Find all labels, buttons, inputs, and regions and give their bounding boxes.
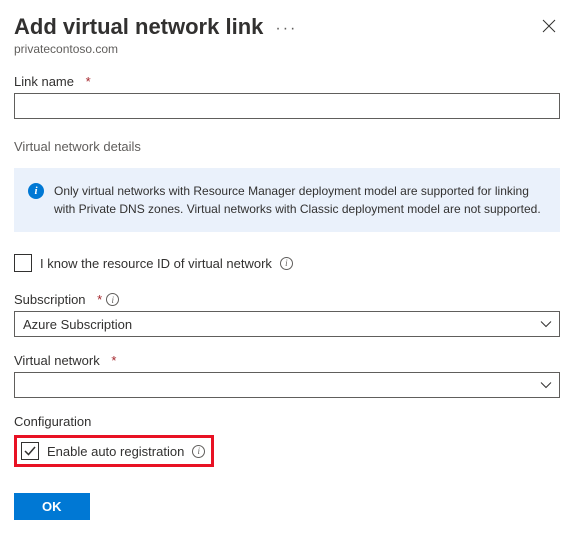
- know-resource-id-label: I know the resource ID of virtual networ…: [40, 256, 272, 271]
- help-icon[interactable]: i: [192, 445, 205, 458]
- link-name-label: Link name *: [14, 74, 560, 89]
- page-subtitle: privatecontoso.com: [14, 42, 297, 56]
- configuration-section-title: Configuration: [14, 414, 560, 429]
- check-icon: [24, 445, 36, 457]
- auto-registration-highlight: Enable auto registration i: [14, 435, 214, 467]
- vnet-field: Virtual network *: [14, 353, 560, 398]
- auto-registration-label: Enable auto registration: [47, 444, 184, 459]
- link-name-field: Link name *: [14, 74, 560, 119]
- vnet-select[interactable]: [14, 372, 560, 398]
- link-name-input[interactable]: [14, 93, 560, 119]
- header-left: Add virtual network link ··· privatecont…: [14, 14, 297, 56]
- subscription-label: Subscription * i: [14, 292, 560, 307]
- info-icon: i: [28, 183, 44, 199]
- know-resource-id-row: I know the resource ID of virtual networ…: [14, 254, 560, 272]
- help-icon[interactable]: i: [106, 293, 119, 306]
- page-title: Add virtual network link: [14, 14, 263, 40]
- more-actions-icon[interactable]: ···: [275, 21, 297, 37]
- close-icon[interactable]: [538, 14, 560, 40]
- subscription-select[interactable]: Azure Subscription: [14, 311, 560, 337]
- subscription-field: Subscription * i Azure Subscription: [14, 292, 560, 337]
- vnet-label: Virtual network *: [14, 353, 560, 368]
- auto-registration-checkbox[interactable]: [21, 442, 39, 460]
- ok-button[interactable]: OK: [14, 493, 90, 520]
- blade-header: Add virtual network link ··· privatecont…: [14, 14, 560, 56]
- know-resource-id-checkbox[interactable]: [14, 254, 32, 272]
- help-icon[interactable]: i: [280, 257, 293, 270]
- info-message: i Only virtual networks with Resource Ma…: [14, 168, 560, 232]
- vnet-details-section-title: Virtual network details: [14, 139, 560, 154]
- info-text: Only virtual networks with Resource Mana…: [54, 182, 546, 218]
